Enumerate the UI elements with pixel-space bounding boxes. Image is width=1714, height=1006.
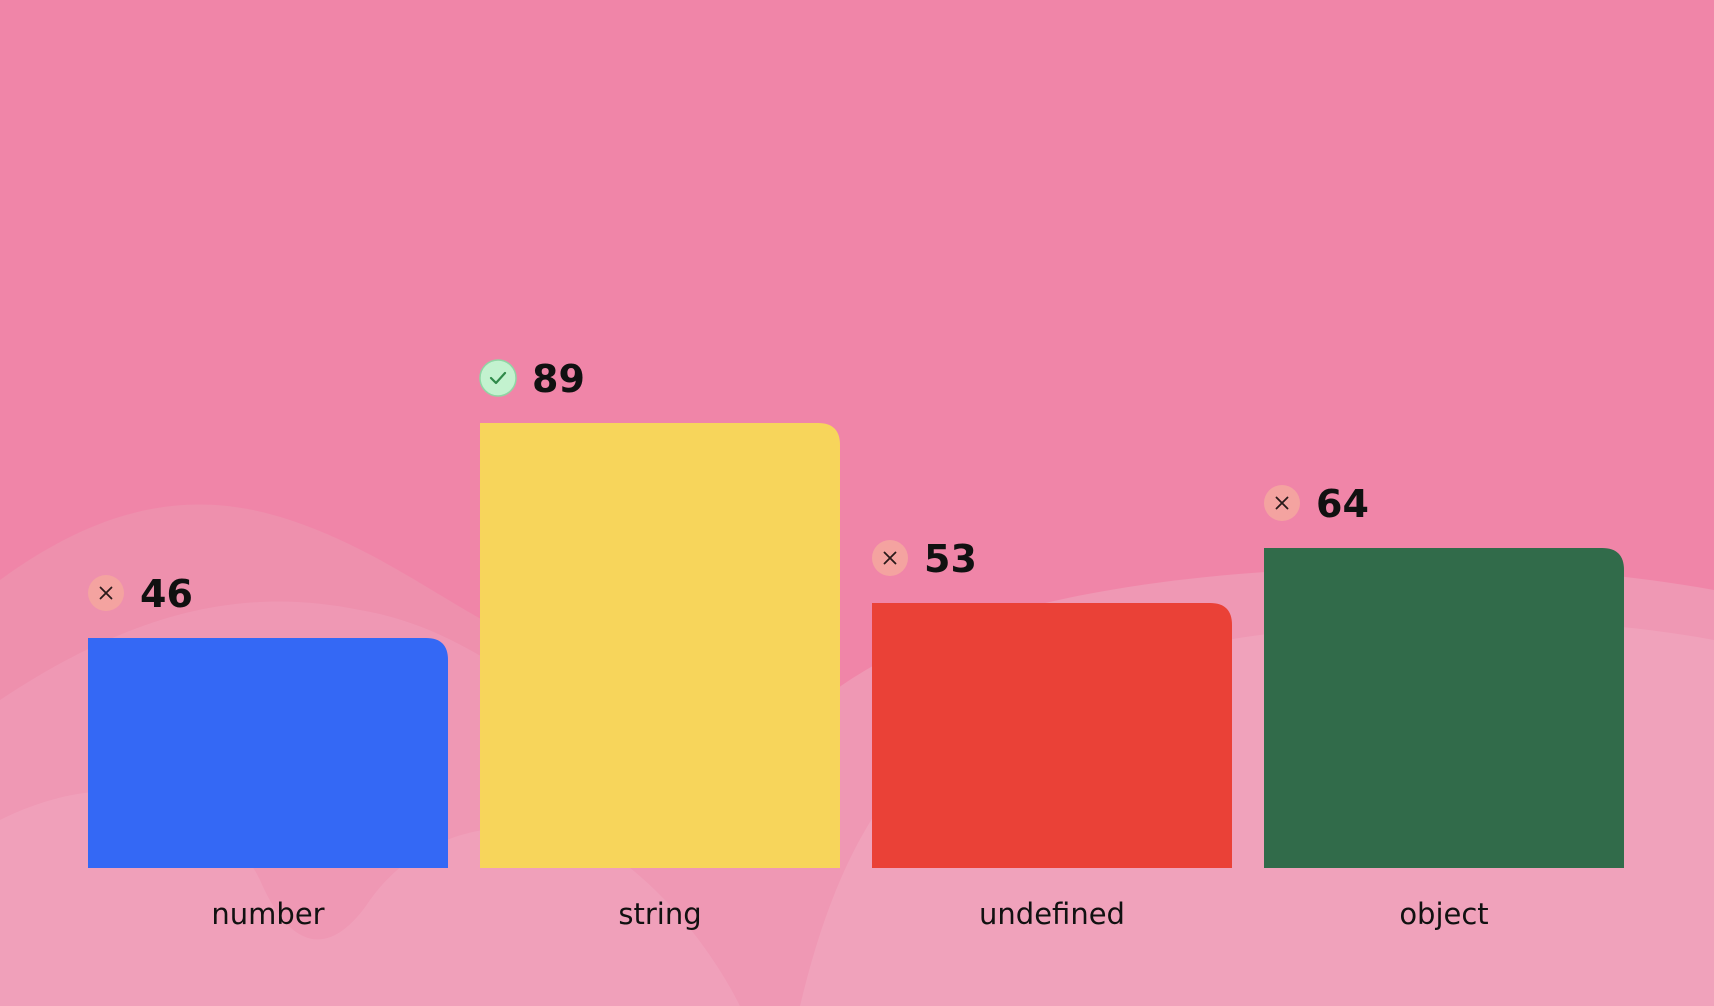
value-label: 46 [140,572,193,616]
bar [88,638,448,868]
value-label: 89 [532,357,585,401]
check-icon [479,359,517,397]
bar-group: 64 object [1264,482,1624,931]
close-icon [88,575,124,611]
value-label: 64 [1316,482,1369,526]
bar-group: 89 string [479,357,840,931]
category-label: object [1399,897,1488,931]
value-label: 53 [924,537,977,581]
bar [1264,548,1624,868]
category-label: undefined [979,897,1125,931]
close-icon [872,540,908,576]
chart-stage: 46 number 89 string 53 undefined 64 object [0,0,1714,1006]
category-label: number [211,897,324,931]
bar [480,423,840,868]
bar-chart: 46 number 89 string 53 undefined 64 object [0,357,1714,1006]
category-label: string [618,897,701,931]
close-icon [1264,485,1300,521]
bar [872,603,1232,868]
